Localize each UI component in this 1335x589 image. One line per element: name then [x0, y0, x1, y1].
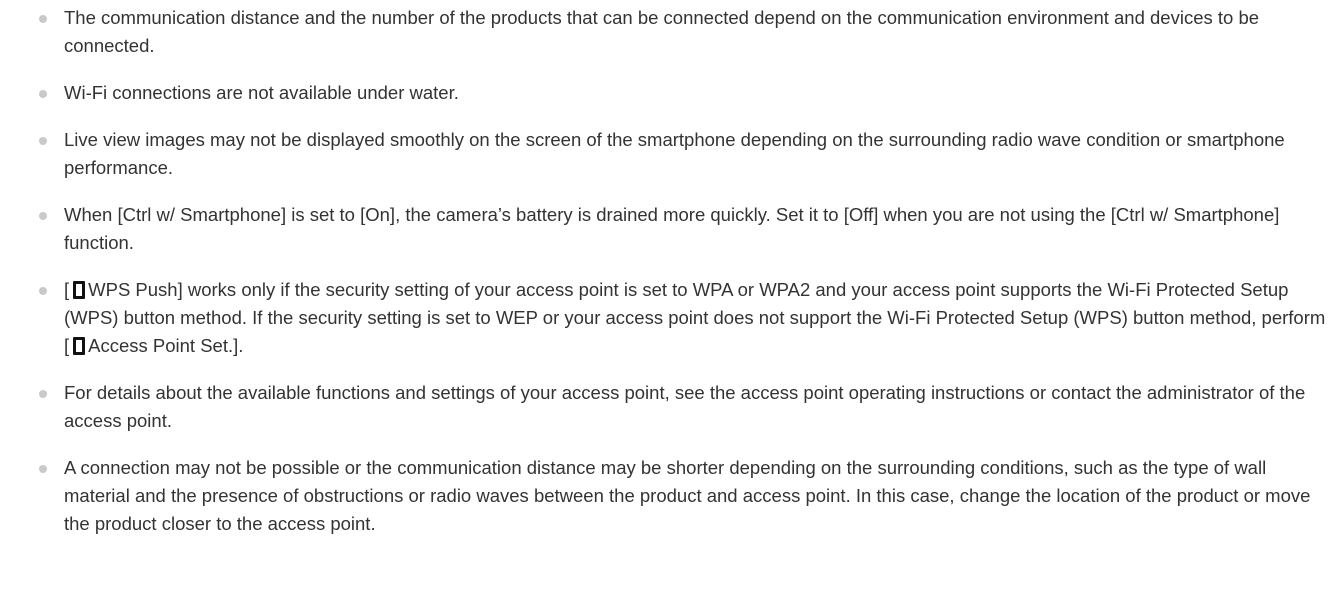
bullet-icon [39, 90, 47, 98]
note-item: When [Ctrl w/ Smartphone] is set to [On]… [0, 201, 1335, 257]
note-item: [WPS Push] works only if the security se… [0, 276, 1335, 360]
note-text-part: [ [64, 279, 70, 300]
note-item: Live view images may not be displayed sm… [0, 126, 1335, 182]
bullet-icon [39, 465, 47, 473]
bullet-icon [39, 15, 47, 23]
note-text: A connection may not be possible or the … [64, 457, 1311, 534]
note-text: The communication distance and the numbe… [64, 7, 1260, 56]
note-text-part: WPS Push] works only if the security set… [64, 279, 1326, 356]
note-text-part: Access Point Set.]. [88, 335, 244, 356]
note-text: When [Ctrl w/ Smartphone] is set to [On]… [64, 204, 1280, 253]
note-item: Wi-Fi connections are not available unde… [0, 79, 1335, 107]
note-text: Live view images may not be displayed sm… [64, 129, 1285, 178]
bullet-icon [39, 390, 47, 398]
network-setting-icon [73, 337, 86, 355]
note-text: For details about the available function… [64, 382, 1306, 431]
bullet-icon [39, 287, 47, 295]
note-item: A connection may not be possible or the … [0, 454, 1335, 538]
note-item: For details about the available function… [0, 379, 1335, 435]
bullet-icon [39, 212, 47, 220]
bullet-icon [39, 137, 47, 145]
network-setting-icon [73, 281, 86, 299]
notes-list: The communication distance and the numbe… [0, 0, 1335, 557]
note-item: The communication distance and the numbe… [0, 4, 1335, 60]
note-text: Wi-Fi connections are not available unde… [64, 82, 459, 103]
